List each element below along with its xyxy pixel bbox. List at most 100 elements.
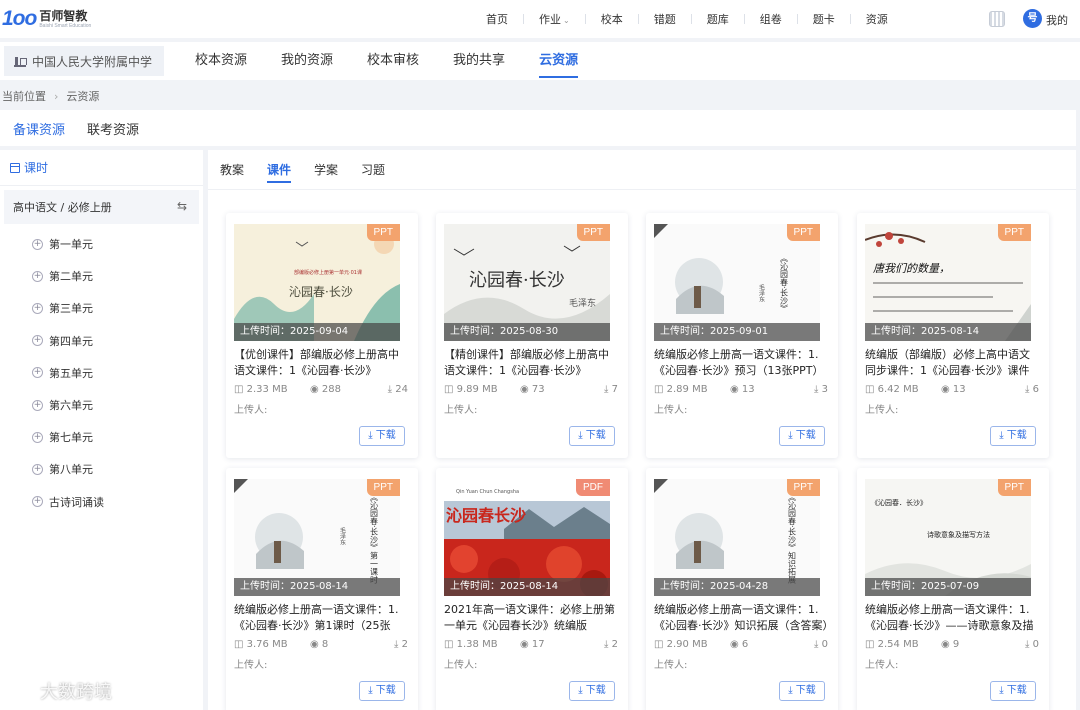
resource-card[interactable]: 部编版必修上册第一单元·01课 沁园春·长沙 PPT 上传时间：2025-09-… bbox=[226, 213, 418, 458]
breadcrumb-current[interactable]: 云资源 bbox=[66, 88, 99, 104]
chevron-right-icon: › bbox=[54, 89, 59, 103]
download-button[interactable]: ⤓ 下载 bbox=[779, 681, 825, 701]
card-thumbnail[interactable]: 唐我们的数量， PPT 上传时间：2025-08-14 bbox=[865, 224, 1031, 341]
download-button[interactable]: ⤓ 下载 bbox=[779, 426, 825, 446]
download-button[interactable]: ⤓ 下载 bbox=[359, 426, 405, 446]
expand-icon[interactable]: + bbox=[32, 496, 43, 508]
sidebar-item-unit-2[interactable]: + 第二单元 bbox=[0, 260, 203, 292]
resource-card[interactable]: Qin Yuan Chun Changsha 沁园春长沙 PDF 上传时间：20… bbox=[436, 468, 628, 710]
card-thumbnail[interactable]: 《沁园春·长沙》知识拓展 PPT 上传时间：2025-04-28 bbox=[654, 479, 820, 596]
school-selector[interactable]: 中国人民大学附属中学 bbox=[4, 46, 164, 76]
card-title[interactable]: 统编版（部编版）必修上高中语文同步课件：1《沁园春·长沙》课件 bbox=[865, 347, 1039, 379]
expand-icon[interactable]: + bbox=[32, 302, 43, 314]
expand-icon[interactable]: + bbox=[32, 238, 43, 250]
sidebar-item-unit-7[interactable]: + 第七单元 bbox=[0, 421, 203, 453]
download-button[interactable]: ⤓ 下载 bbox=[359, 681, 405, 701]
card-title[interactable]: 统编版必修上册高一语文课件：1.《沁园春·长沙》预习（13张PPT） bbox=[654, 347, 828, 379]
nav-mine[interactable]: 我的 bbox=[1046, 12, 1068, 28]
swap-icon[interactable]: ⇆ bbox=[177, 199, 187, 213]
card-stats: ◫ 9.89 MB ◉ 73 ⤓ 7 bbox=[444, 384, 618, 395]
thumb-small-text: 《沁园春．长沙》 bbox=[871, 498, 927, 507]
nav-school[interactable]: 校本 bbox=[601, 11, 623, 27]
resource-card[interactable]: 《沁园春．长沙》 诗歌意象及描写方法 PPT 上传时间：2025-07-09 统… bbox=[857, 468, 1049, 710]
card-thumbnail[interactable]: 《沁园春．长沙》 诗歌意象及描写方法 PPT 上传时间：2025-07-09 bbox=[865, 479, 1031, 596]
expand-icon[interactable]: + bbox=[32, 399, 43, 411]
card-title[interactable]: 统编版必修上册高一语文课件：1.《沁园春·长沙》——诗歌意象及描写方法 bbox=[865, 602, 1039, 634]
tab-joint-exam[interactable]: 联考资源 bbox=[87, 119, 139, 138]
eye-icon: ◉ bbox=[730, 639, 742, 650]
nav-homework[interactable]: 作业 ⌄ bbox=[539, 11, 570, 27]
expand-icon[interactable]: + bbox=[32, 431, 43, 443]
card-thumbnail[interactable]: 沁园春·长沙 毛泽东 PPT 上传时间：2025-08-30 bbox=[444, 224, 610, 341]
card-thumbnail[interactable]: 《沁园春·长沙》 毛泽东 PPT 上传时间：2025-09-01 bbox=[654, 224, 820, 341]
qr-code-icon[interactable] bbox=[989, 11, 1005, 27]
sidebar-item-unit-5[interactable]: + 第五单元 bbox=[0, 357, 203, 389]
subject-selector[interactable]: 高中语文 / 必修上册 ⇆ bbox=[4, 190, 199, 224]
download-icon: ⤓ bbox=[814, 639, 822, 650]
watermark: 大数跨境 bbox=[10, 678, 112, 704]
nav-mistakes[interactable]: 错题 bbox=[654, 11, 676, 27]
card-thumbnail[interactable]: 部编版必修上册第一单元·01课 沁园春·长沙 PPT 上传时间：2025-09-… bbox=[234, 224, 400, 341]
card-thumbnail[interactable]: Qin Yuan Chun Changsha 沁园春长沙 PDF 上传时间：20… bbox=[444, 479, 610, 596]
card-thumbnail[interactable]: 《沁园春·长沙》第一课时 毛泽东 PPT 上传时间：2025-08-14 bbox=[234, 479, 400, 596]
unit-sidebar: 课时 高中语文 / 必修上册 ⇆ + 第一单元 + 第二单元 + 第三单元 + 第四单元… bbox=[0, 150, 203, 710]
brand-logo[interactable]: 1oo 百师智教 Baishi Smart Education bbox=[2, 7, 91, 31]
download-icon: ⤓ bbox=[604, 639, 612, 650]
card-title[interactable]: 2021年高一语文课件：必修上册第一单元《沁园春长沙》统编版 bbox=[444, 602, 618, 634]
tab-cloud-resources[interactable]: 云资源 bbox=[539, 42, 579, 80]
tab-exercises[interactable]: 习题 bbox=[361, 150, 385, 190]
sidebar-item-unit-6[interactable]: + 第六单元 bbox=[0, 389, 203, 421]
nav-paper-builder[interactable]: 组卷 bbox=[760, 11, 782, 27]
card-title[interactable]: 【优创课件】部编版必修上册高中语文课件：1《沁园春·长沙》 bbox=[234, 347, 408, 379]
unit-list: + 第一单元 + 第二单元 + 第三单元 + 第四单元 + 第五单元 + 第六单元 + 第七单… bbox=[0, 228, 203, 518]
sidebar-item-unit-8[interactable]: + 第八单元 bbox=[0, 453, 203, 485]
thumb-small-text: Qin Yuan Chun Changsha bbox=[456, 489, 519, 495]
tab-courseware[interactable]: 课件 bbox=[267, 150, 292, 190]
file-icon: ◫ bbox=[234, 639, 247, 650]
card-title[interactable]: 【精创课件】部编版必修上册高中语文课件：1《沁园春·长沙》 bbox=[444, 347, 618, 379]
resource-card[interactable]: 沁园春·长沙 毛泽东 PPT 上传时间：2025-08-30 【精创课件】部编版… bbox=[436, 213, 628, 458]
uploader-label: 上传人: bbox=[234, 660, 268, 671]
sidebar-item-unit-3[interactable]: + 第三单元 bbox=[0, 292, 203, 324]
card-title[interactable]: 统编版必修上册高一语文课件：1.《沁园春·长沙》知识拓展（含答案） bbox=[654, 602, 828, 634]
resource-card[interactable]: 唐我们的数量， PPT 上传时间：2025-08-14 统编版（部编版）必修上高… bbox=[857, 213, 1049, 458]
nav-question-bank[interactable]: 题库 bbox=[707, 11, 729, 27]
expand-icon[interactable]: + bbox=[32, 463, 43, 475]
tab-my-resources[interactable]: 我的资源 bbox=[281, 42, 333, 80]
expand-icon[interactable]: + bbox=[32, 335, 43, 347]
nav-divider bbox=[584, 14, 586, 24]
resource-card[interactable]: 《沁园春·长沙》知识拓展 PPT 上传时间：2025-04-28 统编版必修上册… bbox=[646, 468, 838, 710]
expand-icon[interactable]: + bbox=[32, 367, 43, 379]
view-count: ◉ 13 bbox=[730, 384, 755, 395]
sidebar-item-unit-4[interactable]: + 第四单元 bbox=[0, 325, 203, 357]
card-title[interactable]: 统编版必修上册高一语文课件：1.《沁园春·长沙》第1课时（25张PPT） bbox=[234, 602, 408, 634]
file-type-badge: PPT bbox=[366, 224, 400, 241]
nav-home[interactable]: 首页 bbox=[486, 11, 508, 27]
file-type-badge: PPT bbox=[786, 479, 820, 496]
download-button[interactable]: ⤓ 下载 bbox=[990, 681, 1036, 701]
tab-school-resources[interactable]: 校本资源 bbox=[195, 42, 247, 80]
card-stats: ◫ 3.76 MB ◉ 8 ⤓ 2 bbox=[234, 639, 408, 650]
tab-school-review[interactable]: 校本审核 bbox=[367, 42, 419, 80]
uploader-label: 上传人: bbox=[654, 660, 688, 671]
download-button[interactable]: ⤓ 下载 bbox=[569, 426, 615, 446]
sidebar-item-unit-1[interactable]: + 第一单元 bbox=[0, 228, 203, 260]
sidebar-header[interactable]: 课时 bbox=[0, 150, 203, 186]
brand-subtitle: Baishi Smart Education bbox=[39, 22, 92, 29]
nav-answer-card[interactable]: 题卡 bbox=[813, 11, 835, 27]
resource-card[interactable]: 《沁园春·长沙》 毛泽东 PPT 上传时间：2025-09-01 统编版必修上册… bbox=[646, 213, 838, 458]
tab-my-shares[interactable]: 我的共享 bbox=[453, 42, 505, 80]
download-button[interactable]: ⤓ 下载 bbox=[990, 426, 1036, 446]
expand-icon[interactable]: + bbox=[32, 270, 43, 282]
card-stats: ◫ 1.38 MB ◉ 17 ⤓ 2 bbox=[444, 639, 618, 650]
tab-lesson-prep[interactable]: 备课资源 bbox=[13, 119, 65, 138]
resource-card[interactable]: 《沁园春·长沙》第一课时 毛泽东 PPT 上传时间：2025-08-14 统编版… bbox=[226, 468, 418, 710]
download-button[interactable]: ⤓ 下载 bbox=[569, 681, 615, 701]
sidebar-item-ancient-poems[interactable]: + 古诗词诵读 bbox=[0, 486, 203, 518]
tab-study-guide[interactable]: 学案 bbox=[314, 150, 338, 190]
nav-resources[interactable]: 资源 bbox=[866, 11, 888, 27]
avatar[interactable]: 号 bbox=[1023, 9, 1042, 28]
uploader-label: 上传人: bbox=[865, 405, 899, 416]
download-icon: ⤓ bbox=[578, 430, 586, 441]
tab-lesson-plan[interactable]: 教案 bbox=[220, 150, 244, 190]
